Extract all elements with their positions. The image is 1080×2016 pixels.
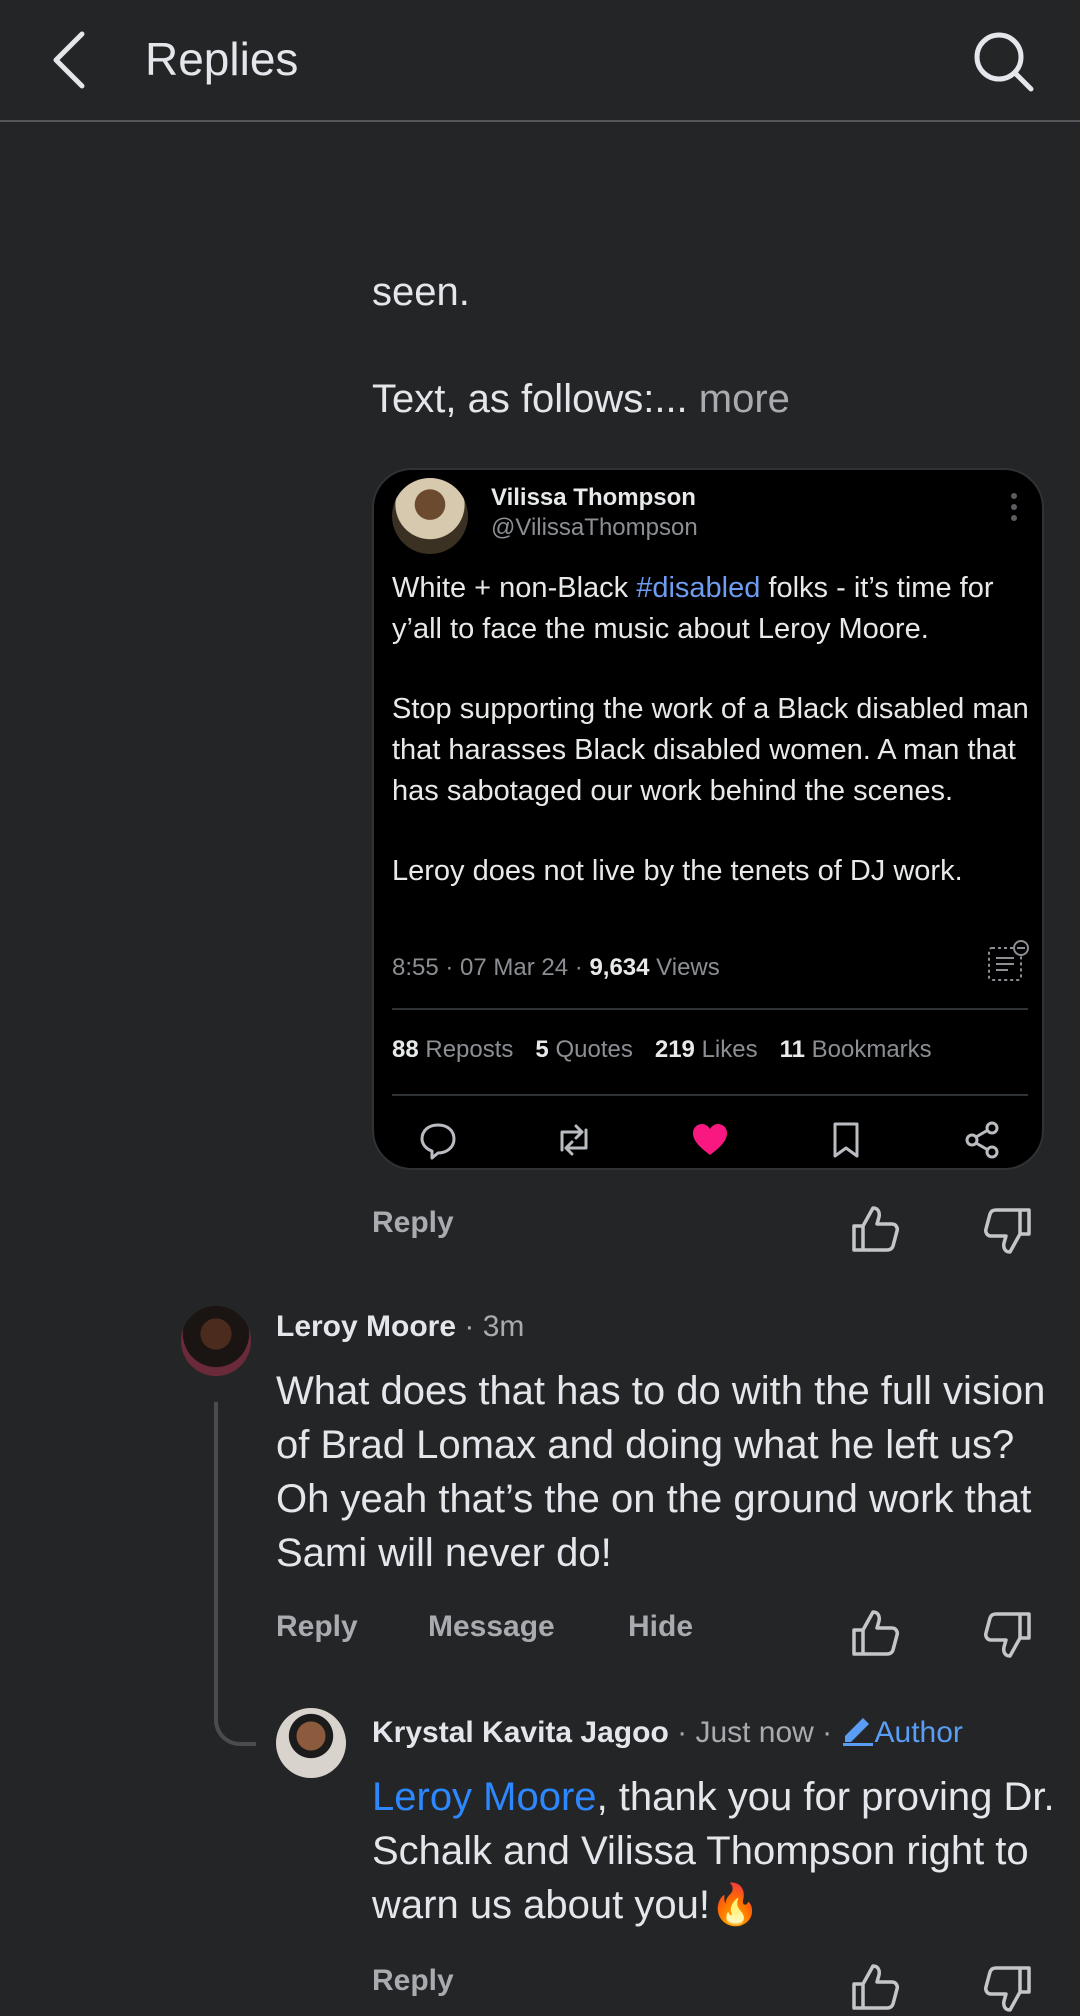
embed-paragraph: Stop supporting the work of a Black disa… [392,693,1029,807]
share-icon[interactable] [962,1120,1002,1160]
comment-text: Leroy Moore, thank you for proving Dr. S… [372,1770,1062,1932]
reply-button[interactable]: Reply [276,1610,358,1644]
message-button[interactable]: Message [428,1610,555,1644]
views-count: 9,634 [589,954,650,981]
avatar[interactable] [276,1708,346,1778]
views-label: Views [649,954,720,981]
embed-paragraph: Leroy does not live by the tenets of DJ … [392,855,963,887]
comment-text: What does that has to do with the full v… [276,1369,1046,1575]
commenter-name[interactable]: Krystal Kavita Jagoo [372,1716,669,1749]
avatar[interactable] [181,1306,251,1376]
divider [392,1008,1028,1010]
hide-button[interactable]: Hide [628,1610,693,1644]
embed-paragraph: White + non-Black #disabled folks - it’s… [392,568,1032,650]
comment-header: Krystal Kavita Jagoo · Just now · Author [372,1714,963,1750]
thread-connector-line [214,1402,256,1746]
pencil-icon [842,1718,873,1746]
embed-author-handle[interactable]: @VilissaThompson [491,514,698,542]
quotes-stat[interactable]: 5 Quotes [535,1036,632,1063]
likes-stat[interactable]: 219 Likes [655,1036,758,1063]
mention-link[interactable]: Leroy Moore [372,1775,597,1819]
embed-body: White + non-Black #disabled folks - it’s… [392,568,1032,931]
thumbs-down-icon[interactable] [983,1610,1033,1660]
thumbs-up-icon[interactable] [850,1204,900,1254]
back-arrow-icon[interactable] [44,28,100,92]
reply-icon[interactable] [418,1120,458,1160]
embed-stats: 88 Reposts 5 Quotes 219 Likes 11 Bookmarks [392,1036,954,1064]
thumbs-down-icon[interactable] [983,1206,1033,1256]
heart-icon[interactable] [690,1120,730,1160]
page-title: Replies [145,33,299,85]
post-text-line: Text, as follows:... more [372,377,790,422]
bookmark-icon[interactable] [826,1120,866,1160]
reply-button[interactable]: Reply [372,1206,454,1240]
summary-icon[interactable] [986,940,1030,984]
bookmarks-stat[interactable]: 11 Bookmarks [780,1036,932,1063]
top-bar: Replies [0,0,1080,122]
post-text-line: seen. [372,270,470,314]
embed-text: White + non-Black [392,572,637,604]
more-link[interactable]: more [699,377,790,421]
comment-time: · 3m [456,1310,525,1343]
thumbs-down-icon[interactable] [983,1964,1033,2014]
embed-timestamp: 8:55 · 07 Mar 24 · 9,634 Views [392,954,720,982]
embed-author-name[interactable]: Vilissa Thompson [491,484,696,512]
timestamp-text: 8:55 · 07 Mar 24 · [392,954,590,981]
reply-button[interactable]: Reply [372,1964,454,1998]
embedded-tweet-card[interactable]: Vilissa Thompson @VilissaThompson White … [372,468,1044,1170]
repost-icon[interactable] [554,1120,594,1160]
thumbs-up-icon[interactable] [850,1962,900,2012]
reposts-stat[interactable]: 88 Reposts [392,1036,513,1063]
search-icon[interactable] [970,28,1036,94]
divider [392,1094,1028,1096]
comment-header: Leroy Moore · 3m [276,1310,524,1344]
thumbs-up-icon[interactable] [850,1608,900,1658]
hashtag-link[interactable]: #disabled [636,572,760,604]
author-badge: Author [874,1716,963,1749]
embed-author-avatar[interactable] [392,478,468,554]
post-text-content: Text, as follows:... [372,377,688,421]
commenter-name[interactable]: Leroy Moore [276,1310,456,1343]
comment-time: · Just now · [668,1716,841,1749]
more-options-icon[interactable] [1010,492,1018,522]
